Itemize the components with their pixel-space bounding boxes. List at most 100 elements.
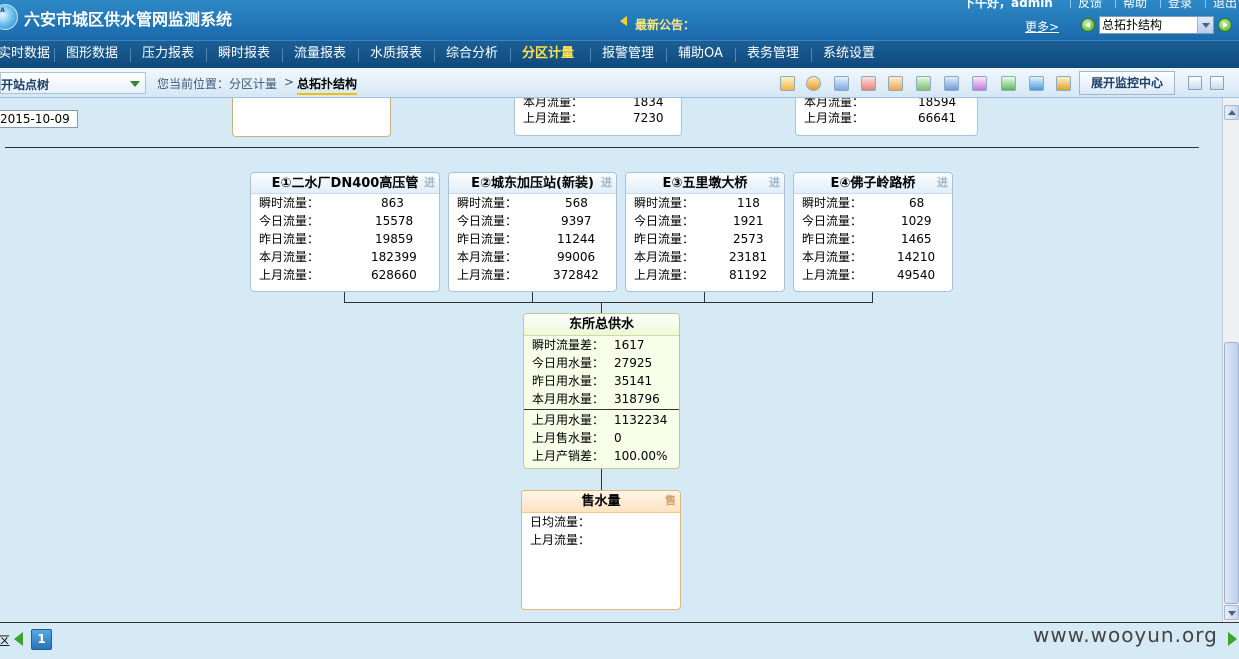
total-supply-title: 东所总供水: [568, 317, 634, 332]
nav-item-flow-report[interactable]: 流量报表: [294, 41, 346, 68]
row-value: 7230: [633, 111, 664, 125]
toolbar: 开站点树 您当前位置：分区计量 > 总拓扑结构 展开监控中心: [0, 68, 1239, 98]
chart-icon[interactable]: [834, 76, 849, 91]
nav-separator: [590, 48, 591, 62]
login-link[interactable]: 登录: [1168, 0, 1192, 11]
top-card-3: 本月流量： 18594 上月流量： 66641: [795, 98, 978, 136]
go-arrow-icon[interactable]: [1218, 18, 1232, 32]
back-arrow-icon[interactable]: [1081, 18, 1095, 32]
connector-line: [344, 292, 345, 302]
row-label: 上月流量：: [634, 268, 695, 282]
inflow-tag: 进: [937, 176, 948, 189]
view-select[interactable]: 总拓扑结构: [1099, 16, 1214, 34]
station-card-3[interactable]: E③五里墩大桥 进 瞬时流量： 118 今日流量： 1921 昨日流量： 2573 本月…: [625, 172, 785, 292]
window-icon[interactable]: [1188, 76, 1202, 90]
logout-link[interactable]: 退出: [1213, 0, 1237, 11]
nav-item-instant-report[interactable]: 瞬时报表: [218, 41, 270, 68]
search-icon[interactable]: [806, 76, 821, 91]
layout-icon[interactable]: [1210, 76, 1224, 90]
row-value: 81192: [729, 268, 768, 282]
row-value: 9397: [561, 214, 592, 228]
nav-item-pressure-report[interactable]: 压力报表: [142, 41, 194, 68]
water-sales-title: 售水量: [581, 494, 621, 509]
nav-item-system-settings[interactable]: 系统设置: [823, 41, 875, 68]
date-field[interactable]: 2015-10-09: [0, 110, 78, 128]
chevron-down-icon[interactable]: [130, 81, 140, 87]
scroll-down-icon[interactable]: [1224, 605, 1239, 620]
nav-item-analysis[interactable]: 综合分析: [446, 41, 498, 68]
page-button[interactable]: 1: [31, 629, 52, 650]
nav-item-alarm-management[interactable]: 报警管理: [602, 41, 654, 68]
header-separator: [1070, 0, 1071, 8]
expand-monitor-button[interactable]: 展开监控中心: [1079, 71, 1175, 95]
nav-separator: [811, 48, 812, 62]
table-icon[interactable]: [861, 76, 876, 91]
nav-separator: [282, 48, 283, 62]
row-value: 372842: [553, 268, 599, 282]
header-separator: [1205, 0, 1206, 8]
row-label: 本月流量：: [259, 250, 320, 264]
breadcrumb-current[interactable]: 总拓扑结构: [297, 75, 358, 95]
connector-line: [532, 292, 533, 302]
station-card-4[interactable]: E④佛子岭路桥 进 瞬时流量： 68 今日流量： 1029 昨日流量： 1465 本月流…: [793, 172, 953, 292]
header-separator: [1160, 0, 1161, 8]
row-label: 昨日流量：: [457, 232, 518, 246]
row-value: 1617: [614, 338, 645, 352]
next-page-icon[interactable]: [1228, 632, 1237, 646]
row-label: 本月流量：: [804, 98, 865, 109]
nav-item-quality-report[interactable]: 水质报表: [370, 41, 422, 68]
row-label: 上月流量：: [802, 268, 863, 282]
header-separator: [1115, 0, 1116, 8]
row-label: 上月用水量：: [532, 413, 605, 427]
scroll-up-icon[interactable]: [1224, 105, 1239, 120]
inflow-tag: 进: [424, 176, 435, 189]
total-supply-card[interactable]: 东所总供水 瞬时流量差： 1617 今日用水量： 27925 昨日用水量： 35141…: [523, 313, 680, 469]
report-icon[interactable]: [780, 76, 795, 91]
chevron-down-icon[interactable]: [1197, 17, 1213, 33]
nav-item-realtime-data[interactable]: 实时数据: [0, 41, 50, 68]
nav-item-graphic-data[interactable]: 图形数据: [66, 41, 118, 68]
prev-page-icon[interactable]: [14, 632, 23, 646]
spreadsheet-icon[interactable]: [1001, 76, 1016, 91]
app-title: 六安市城区供水管网监测系统: [24, 10, 233, 29]
row-label: 今日流量：: [802, 214, 863, 228]
row-label: 上月流量：: [804, 111, 865, 125]
more-notices-link[interactable]: 更多>: [1025, 18, 1059, 35]
nav-item-meter-management[interactable]: 表务管理: [747, 41, 799, 68]
topology-icon[interactable]: [1029, 76, 1044, 91]
station-title: E④佛子岭路桥: [830, 176, 916, 191]
trend-icon[interactable]: [972, 76, 987, 91]
water-sales-card[interactable]: 售水量 售 日均流量： 上月流量：: [521, 490, 681, 610]
document-icon[interactable]: [916, 76, 931, 91]
row-value: 0: [614, 431, 622, 445]
station-card-1[interactable]: E①二水厂DN400高压管进 瞬时流量： 863 今日流量： 15578 昨日流量：…: [250, 172, 440, 292]
row-label: 本月流量：: [523, 98, 584, 109]
nav-item-oa[interactable]: 辅助OA: [678, 41, 723, 68]
row-value: 68: [909, 196, 925, 210]
row-value: 100.00%: [614, 449, 668, 463]
nav-item-district-metering[interactable]: 分区计量: [522, 41, 574, 68]
row-value: 11244: [557, 232, 596, 246]
row-value: 99006: [557, 250, 596, 264]
station-title: E③五里墩大桥: [662, 176, 748, 191]
row-label: 瞬时流量差：: [532, 338, 605, 352]
station-tree-select[interactable]: 开站点树: [0, 72, 146, 94]
row-label: 本月用水量：: [532, 392, 605, 406]
export-icon[interactable]: [888, 76, 903, 91]
topology-canvas: 2015-10-09 本月流量： 1834 上月流量： 7230 本月流量： 1859…: [0, 98, 1222, 622]
row-label: 本月流量：: [802, 250, 863, 264]
feedback-link[interactable]: 反馈: [1078, 0, 1102, 11]
row-label: 瞬时流量：: [802, 196, 863, 210]
row-label: 上月流量：: [259, 268, 320, 282]
vertical-scrollbar[interactable]: [1222, 98, 1239, 622]
scrollbar-thumb[interactable]: [1224, 342, 1239, 604]
station-card-2[interactable]: E②城东加压站(新装) 进 瞬时流量： 568 今日流量： 9397 昨日流量： 112…: [448, 172, 617, 292]
connector-line: [704, 292, 705, 302]
breadcrumb: 您当前位置：分区计量: [157, 77, 278, 91]
nav-separator: [666, 48, 667, 62]
tools-icon[interactable]: [1056, 76, 1071, 91]
connector-line: [872, 292, 873, 302]
help-link[interactable]: 帮助: [1123, 0, 1147, 11]
row-label: 昨日流量：: [802, 232, 863, 246]
print-icon[interactable]: [944, 76, 959, 91]
